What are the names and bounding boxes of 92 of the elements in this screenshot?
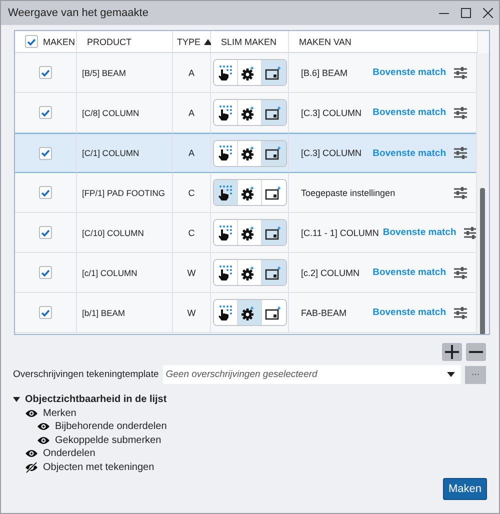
- table-cell: [C/10] COLUMN: [77, 213, 173, 253]
- source-name: [C.3] COLUMN: [301, 108, 362, 118]
- table-cell: [C/1] COLUMN: [77, 133, 173, 173]
- tree-item[interactable]: Onderdelen: [43, 448, 96, 460]
- source-name: [C.3] COLUMN: [301, 148, 362, 158]
- hand-icon: [217, 104, 233, 120]
- settings-icon[interactable]: [454, 147, 467, 159]
- sheet-icon: [265, 304, 282, 320]
- settings-icon[interactable]: [454, 106, 467, 118]
- table-cell: A: [173, 53, 211, 93]
- mode-button[interactable]: [214, 180, 238, 205]
- table-cell: A: [173, 133, 211, 173]
- mode-button[interactable]: [214, 100, 238, 125]
- add-button[interactable]: [442, 343, 462, 361]
- hand-icon: [217, 264, 233, 280]
- scrollbar[interactable]: [476, 53, 489, 334]
- source-name: [B.6] BEAM: [301, 68, 348, 78]
- checkbox[interactable]: [39, 106, 52, 119]
- settings-icon[interactable]: [454, 186, 467, 198]
- settings-icon[interactable]: [464, 226, 477, 238]
- source-name: FAB-BEAM: [301, 308, 347, 318]
- mode-button[interactable]: [238, 300, 262, 325]
- mode-button[interactable]: [262, 260, 286, 285]
- checkbox[interactable]: [39, 306, 52, 319]
- template-dropdown[interactable]: Geen overschrijvingen geselecteerd: [162, 365, 461, 384]
- caret-icon[interactable]: [13, 397, 20, 402]
- source-name: [C.11 - 1] COLUMN: [301, 228, 379, 238]
- tree-item[interactable]: Bijbehorende onderdelen: [55, 421, 167, 432]
- gear-icon: [241, 224, 257, 240]
- settings-icon[interactable]: [454, 306, 467, 318]
- hand-icon: [217, 64, 233, 80]
- source-name: Toegepaste instellingen: [301, 188, 396, 198]
- eye-icon[interactable]: [25, 449, 38, 458]
- table-cell: C: [173, 213, 211, 253]
- table-cell: [B/5] BEAM: [77, 53, 173, 93]
- mode-button[interactable]: [214, 60, 238, 85]
- sheet-icon: [265, 184, 282, 200]
- mode-button[interactable]: [262, 220, 286, 245]
- tree-item[interactable]: Merken: [43, 408, 76, 419]
- checkbox[interactable]: [39, 226, 52, 239]
- sheet-icon: [265, 64, 282, 80]
- checkbox[interactable]: [39, 146, 52, 160]
- sheet-icon: [265, 104, 282, 120]
- eye-icon[interactable]: [37, 422, 50, 432]
- eye-icon[interactable]: [25, 408, 38, 418]
- hand-icon: [217, 184, 233, 200]
- checkbox[interactable]: [39, 66, 52, 79]
- mode-button[interactable]: [214, 220, 238, 245]
- sort-arrow-icon: [204, 38, 212, 44]
- table-cell: W: [173, 253, 211, 293]
- gear-icon: [241, 145, 257, 161]
- eye-icon[interactable]: [37, 436, 50, 445]
- plus-icon: [445, 345, 459, 359]
- mode-button[interactable]: [214, 140, 238, 166]
- section-title: Objectzichtbaarheid in de lijst: [25, 394, 167, 406]
- table-cell: C: [173, 173, 211, 213]
- settings-icon[interactable]: [454, 66, 467, 78]
- gear-icon: [241, 264, 257, 280]
- table-cell: [b/1] BEAM: [77, 293, 173, 333]
- table-cell: W: [173, 293, 211, 333]
- browse-button[interactable]: ...: [465, 366, 486, 384]
- settings-icon[interactable]: [454, 266, 467, 278]
- hand-icon: [217, 145, 233, 161]
- sheet-icon: [265, 224, 282, 240]
- tree-item[interactable]: Objecten met tekeningen: [43, 462, 154, 473]
- hand-icon: [217, 224, 233, 240]
- checkbox[interactable]: [25, 35, 38, 48]
- checkbox[interactable]: [39, 186, 52, 199]
- window-title: Weergave van het gemaakte: [8, 7, 148, 19]
- make-button[interactable]: Maken: [443, 478, 487, 500]
- mode-button[interactable]: [262, 100, 286, 125]
- field-label: Overschrijvingen tekeningtemplate: [13, 369, 159, 380]
- column-header[interactable]: MAKEN VAN: [299, 36, 352, 46]
- remove-button[interactable]: [466, 343, 486, 361]
- table-cell: [c/1] COLUMN: [77, 253, 173, 293]
- gear-icon: [241, 304, 257, 320]
- table-cell: [FP/1] PAD FOOTING: [77, 173, 173, 213]
- source-name: [c.2] COLUMN: [301, 268, 360, 278]
- checkbox[interactable]: [39, 266, 52, 279]
- mode-button[interactable]: [214, 300, 238, 325]
- mode-button[interactable]: [214, 260, 238, 285]
- tree-item[interactable]: Gekoppelde submerken: [55, 434, 162, 446]
- caret-icon: [447, 372, 455, 377]
- hand-icon: [217, 304, 233, 320]
- gear-icon: [241, 184, 257, 200]
- eye-crossed-icon[interactable]: [25, 462, 38, 473]
- gear-icon: [241, 104, 257, 120]
- sheet-icon: [265, 264, 282, 280]
- gear-icon: [241, 64, 257, 80]
- sheet-icon: [265, 145, 282, 161]
- mode-button[interactable]: [262, 140, 286, 166]
- mode-button[interactable]: [262, 60, 286, 85]
